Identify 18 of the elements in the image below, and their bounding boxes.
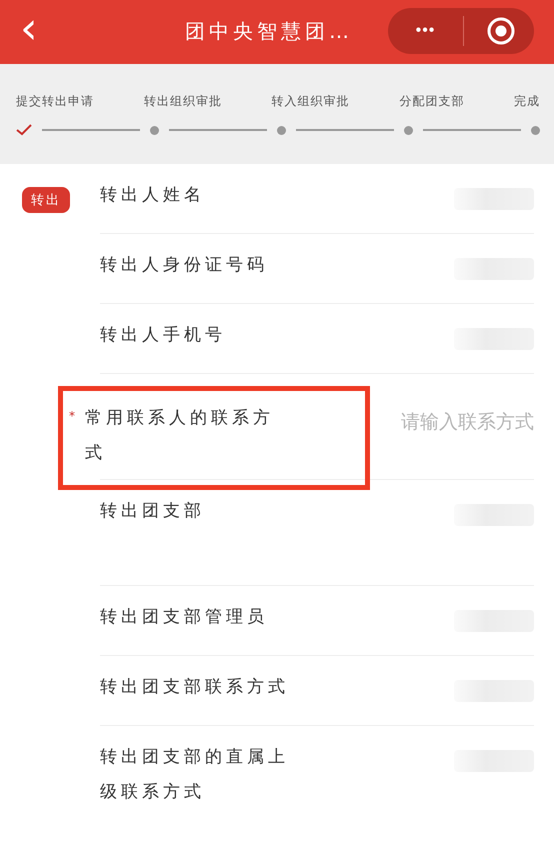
step-label: 完成 — [514, 93, 540, 110]
required-mark: * — [69, 409, 76, 423]
step-label: 转入组织审批 — [272, 93, 350, 110]
field-label: 转出人姓名 — [100, 184, 206, 207]
more-button[interactable]: ••• — [388, 22, 463, 40]
window-title: 团中央智慧团… — [185, 18, 353, 45]
field-label: 转出团支部管理员 — [100, 606, 269, 629]
step-label: 分配团支部 — [399, 93, 464, 110]
field-label: 转出人手机号 — [100, 324, 227, 347]
field-label: 转出团支部的直属上级联系方式 — [100, 746, 290, 804]
step-label: 提交转出申请 — [16, 93, 94, 110]
field-label: 转出团支部 — [100, 500, 206, 523]
step-label: 转出组织审批 — [144, 93, 222, 110]
field-label: 常用联系人的联系方式 — [85, 407, 275, 465]
field-label: 转出团支部联系方式 — [100, 676, 290, 699]
transfer-out-tag: 转出 — [22, 187, 70, 213]
field-label: 转出人身份证号码 — [100, 254, 269, 277]
back-button[interactable]: ‹ — [0, 7, 38, 57]
